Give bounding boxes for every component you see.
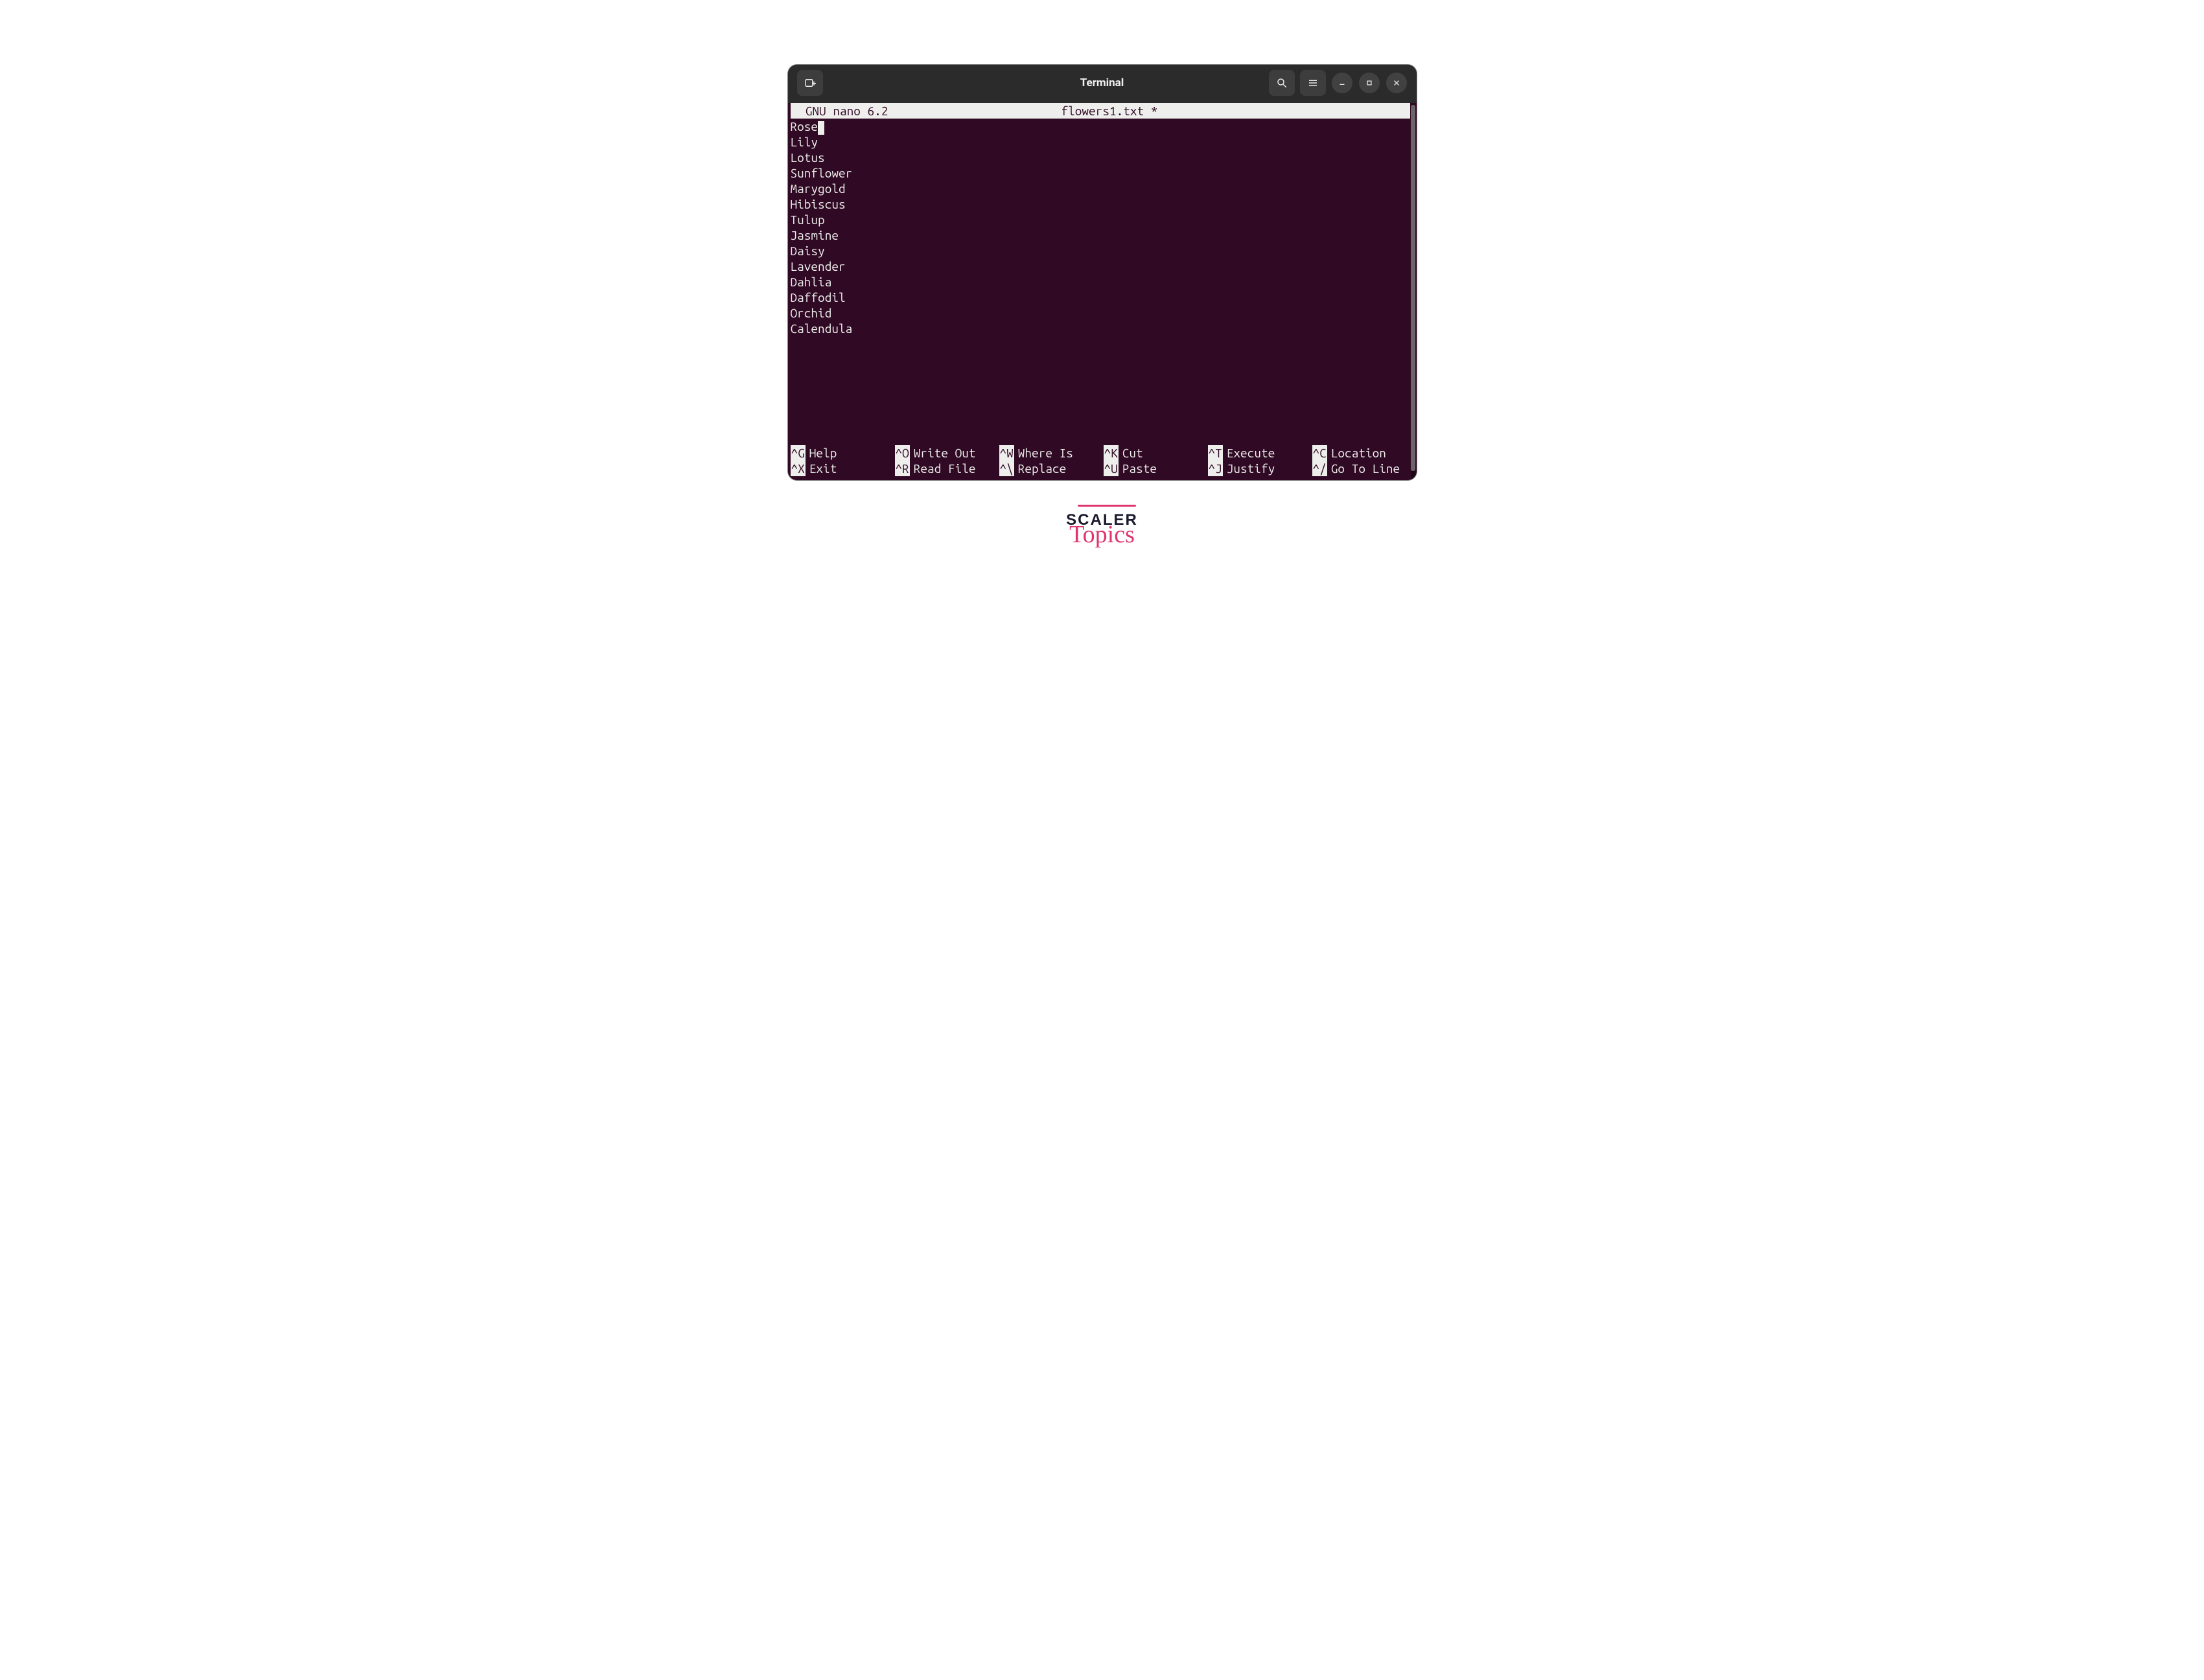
editor-empty-line xyxy=(791,414,1417,430)
shortcut-label: Help xyxy=(806,445,837,461)
close-button[interactable] xyxy=(1386,73,1407,93)
shortcut-cell: ^KCut xyxy=(1104,445,1208,461)
editor-empty-line xyxy=(791,383,1417,398)
editor-empty-line xyxy=(791,430,1417,445)
shortcut-label: Location xyxy=(1327,445,1386,461)
shortcut-key: ^T xyxy=(1208,445,1223,461)
scrollbar-thumb[interactable] xyxy=(1411,105,1415,471)
editor-empty-line xyxy=(791,352,1417,367)
nano-app-name: GNU nano 6.2 xyxy=(792,103,888,119)
shortcut-key: ^J xyxy=(1208,461,1223,476)
cursor xyxy=(818,121,824,135)
editor-line: Sunflower xyxy=(791,165,1417,181)
menu-button[interactable] xyxy=(1300,70,1326,96)
shortcut-label: Justify xyxy=(1223,461,1275,476)
shortcut-cell: ^JJustify xyxy=(1208,461,1312,476)
shortcut-cell: ^UPaste xyxy=(1104,461,1208,476)
nano-filename: flowers1.txt * xyxy=(888,103,1330,119)
shortcut-key: ^C xyxy=(1312,445,1327,461)
terminal-body[interactable]: GNU nano 6.2 flowers1.txt * RoseLilyLotu… xyxy=(788,103,1417,480)
editor-empty-line xyxy=(791,398,1417,414)
editor-line: Lotus xyxy=(791,150,1417,165)
editor-line: Daisy xyxy=(791,243,1417,259)
shortcut-cell: ^TExecute xyxy=(1208,445,1312,461)
editor-line: Lily xyxy=(791,134,1417,150)
editor-line: Orchid xyxy=(791,305,1417,321)
shortcut-key: ^O xyxy=(895,445,910,461)
shortcut-label: Replace xyxy=(1014,461,1066,476)
shortcut-key: ^/ xyxy=(1312,461,1327,476)
shortcut-label: Cut xyxy=(1119,445,1143,461)
editor-line: Daffodil xyxy=(791,290,1417,305)
editor-line: Rose xyxy=(791,119,1417,134)
shortcut-cell: ^/Go To Line xyxy=(1312,461,1417,476)
branding-logo: SCALER Topics xyxy=(1066,512,1138,552)
shortcut-label: Paste xyxy=(1119,461,1157,476)
editor-empty-line xyxy=(791,367,1417,383)
shortcut-label: Where Is xyxy=(1014,445,1073,461)
shortcut-key: ^R xyxy=(895,461,910,476)
branding-underline xyxy=(1078,505,1136,507)
editor-line: Marygold xyxy=(791,181,1417,196)
shortcut-label: Execute xyxy=(1223,445,1275,461)
shortcut-row-2: ^XExit^RRead File^\Replace^UPaste^JJusti… xyxy=(791,461,1417,476)
shortcut-key: ^G xyxy=(791,445,806,461)
minimize-button[interactable] xyxy=(1332,73,1352,93)
terminal-window: Terminal GNU nano 6.2 flowers1.txt * Ros… xyxy=(788,65,1417,480)
shortcut-cell: ^OWrite Out xyxy=(895,445,999,461)
shortcut-cell: ^GHelp xyxy=(791,445,895,461)
scrollbar[interactable] xyxy=(1411,105,1415,479)
shortcut-label: Exit xyxy=(806,461,837,476)
shortcut-key: ^\ xyxy=(999,461,1014,476)
shortcut-label: Write Out xyxy=(910,445,976,461)
editor-line: Jasmine xyxy=(791,227,1417,243)
shortcut-key: ^X xyxy=(791,461,806,476)
shortcut-key: ^U xyxy=(1104,461,1119,476)
branding-topics: Topics xyxy=(1066,522,1138,547)
shortcut-bar: ^GHelp^OWrite Out^WWhere Is^KCut^TExecut… xyxy=(788,445,1417,479)
shortcut-label: Read File xyxy=(910,461,976,476)
editor-line: Lavender xyxy=(791,259,1417,274)
search-button[interactable] xyxy=(1269,70,1295,96)
editor-area[interactable]: RoseLilyLotusSunflowerMarygoldHibiscusTu… xyxy=(788,119,1417,445)
shortcut-row-1: ^GHelp^OWrite Out^WWhere Is^KCut^TExecut… xyxy=(791,445,1417,461)
editor-line: Dahlia xyxy=(791,274,1417,290)
shortcut-cell: ^CLocation xyxy=(1312,445,1417,461)
shortcut-cell: ^WWhere Is xyxy=(999,445,1104,461)
editor-empty-line xyxy=(791,336,1417,352)
nano-header-right xyxy=(1331,103,1409,119)
shortcut-cell: ^XExit xyxy=(791,461,895,476)
new-tab-button[interactable] xyxy=(797,70,823,96)
maximize-button[interactable] xyxy=(1359,73,1380,93)
editor-line: Hibiscus xyxy=(791,196,1417,212)
shortcut-key: ^W xyxy=(999,445,1014,461)
editor-line: Tulup xyxy=(791,212,1417,227)
editor-line: Calendula xyxy=(791,321,1417,336)
shortcut-cell: ^\Replace xyxy=(999,461,1104,476)
titlebar: Terminal xyxy=(788,65,1417,101)
shortcut-key: ^K xyxy=(1104,445,1119,461)
nano-header: GNU nano 6.2 flowers1.txt * xyxy=(791,103,1410,119)
shortcut-cell: ^RRead File xyxy=(895,461,999,476)
shortcut-label: Go To Line xyxy=(1327,461,1400,476)
